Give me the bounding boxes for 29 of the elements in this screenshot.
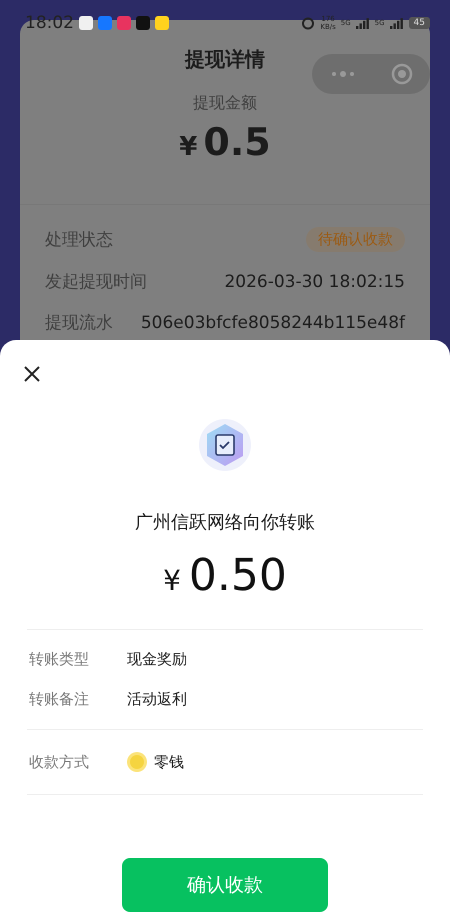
detail-value: 活动返利 bbox=[127, 690, 187, 709]
row-label: 处理状态 bbox=[45, 229, 113, 251]
more-icon[interactable] bbox=[330, 70, 356, 78]
signal-icon bbox=[390, 18, 404, 28]
close-button[interactable] bbox=[22, 364, 42, 384]
detail-label: 收款方式 bbox=[29, 752, 90, 772]
row-value: 2026-03-30 18:02:15 bbox=[224, 272, 405, 292]
mini-program-capsule[interactable] bbox=[312, 54, 430, 94]
row-value: 506e03bfcfe8058244b115e48f bbox=[140, 312, 405, 332]
detail-label: 转账备注 bbox=[29, 690, 90, 709]
transfer-amount: 0.50 bbox=[188, 550, 287, 601]
detail-value: 现金奖励 bbox=[127, 650, 187, 669]
amount: 0.5 bbox=[203, 120, 271, 164]
status-badge: 待确认收款 bbox=[306, 227, 405, 252]
row-label: 提现流水 bbox=[45, 312, 113, 334]
battery-level: 45 bbox=[408, 17, 430, 29]
currency-symbol: ¥ bbox=[179, 132, 198, 162]
page-title: 提现详情 bbox=[185, 46, 265, 73]
confirm-button[interactable]: 确认收款 bbox=[122, 858, 328, 912]
calendar-check-icon bbox=[198, 418, 252, 472]
detail-value: 零钱 bbox=[154, 752, 184, 772]
close-circle-icon[interactable] bbox=[390, 63, 412, 85]
currency-symbol: ¥ bbox=[163, 564, 181, 597]
signal-icon bbox=[356, 18, 370, 28]
coin-icon bbox=[127, 752, 147, 772]
transfer-title: 广州信跃网络向你转账 bbox=[135, 511, 315, 534]
amount-label: 提现金额 bbox=[193, 93, 257, 114]
detail-label: 转账类型 bbox=[29, 650, 90, 669]
row-label: 发起提现时间 bbox=[45, 271, 147, 293]
